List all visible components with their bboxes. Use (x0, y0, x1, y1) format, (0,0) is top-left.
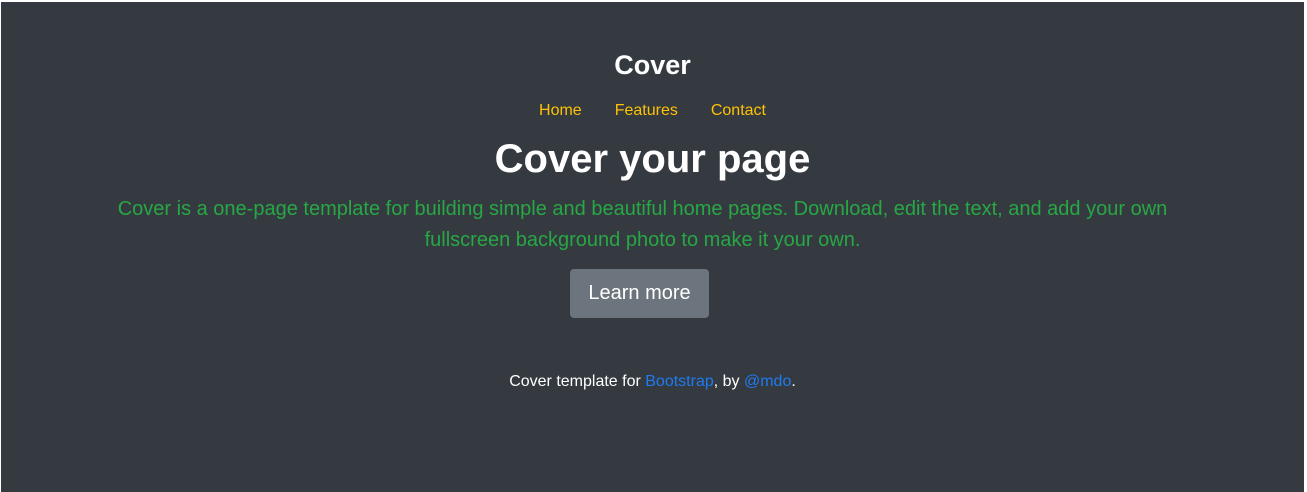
lead-text: Cover is a one-page template for buildin… (117, 198, 1168, 251)
cover-page: Cover Home Features Contact Cover your p… (1, 2, 1304, 492)
brand-title: Cover (614, 50, 691, 80)
footer-middle: , by (713, 373, 744, 390)
nav-home[interactable]: Home (539, 102, 582, 120)
mdo-link[interactable]: @mdo (744, 373, 791, 390)
page-title: Cover your page (494, 137, 811, 181)
main-nav: Home Features Contact (1, 102, 1304, 120)
nav-contact[interactable]: Contact (711, 102, 766, 120)
footer: Cover template for Bootstrap, by @mdo. (1, 373, 1304, 391)
nav-features[interactable]: Features (615, 102, 678, 120)
footer-prefix: Cover template for (509, 373, 646, 390)
footer-suffix: . (791, 373, 796, 390)
learn-more-button[interactable]: Learn more (570, 269, 709, 318)
bootstrap-link[interactable]: Bootstrap (645, 373, 713, 390)
